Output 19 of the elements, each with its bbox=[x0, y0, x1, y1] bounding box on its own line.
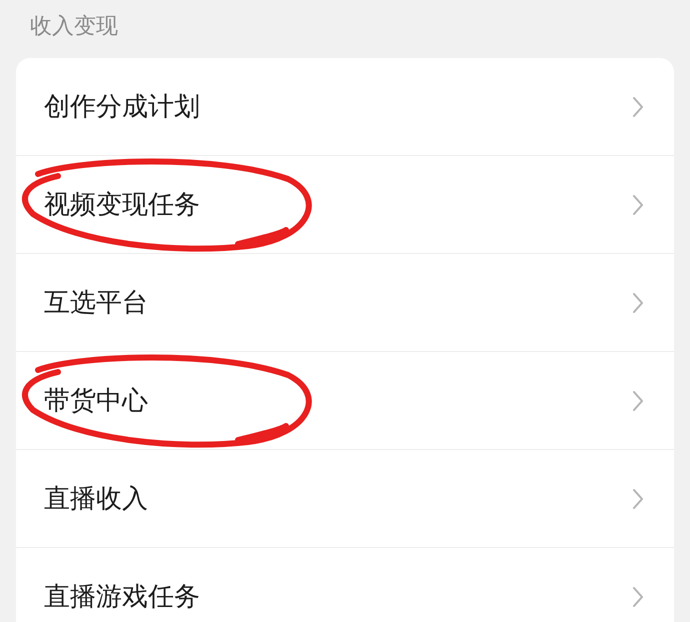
chevron-icon bbox=[632, 390, 644, 412]
chevron-icon bbox=[632, 292, 644, 314]
menu-item-label: 直播游戏任务 bbox=[44, 581, 200, 614]
menu-item-label: 带货中心 bbox=[44, 385, 148, 418]
menu-item[interactable]: 创作分成计划 bbox=[16, 58, 674, 155]
menu-item[interactable]: 直播游戏任务 bbox=[16, 547, 674, 622]
chevron-icon bbox=[632, 586, 644, 608]
section-title: 收入变现 bbox=[29, 13, 119, 41]
menu-item-label: 互选平台 bbox=[44, 287, 148, 320]
menu-item-label: 视频变现任务 bbox=[44, 189, 200, 222]
menu-item[interactable]: 互选平台 bbox=[16, 253, 674, 351]
menu-item-label: 创作分成计划 bbox=[44, 91, 200, 124]
chevron-icon bbox=[632, 96, 644, 118]
chevron-icon bbox=[632, 194, 644, 216]
menu-item[interactable]: 视频变现任务 bbox=[16, 155, 674, 253]
menu-item[interactable]: 直播收入 bbox=[16, 449, 674, 547]
chevron-icon bbox=[632, 488, 644, 510]
menu-item[interactable]: 带货中心 bbox=[16, 351, 674, 449]
menu-item-label: 直播收入 bbox=[44, 483, 148, 516]
